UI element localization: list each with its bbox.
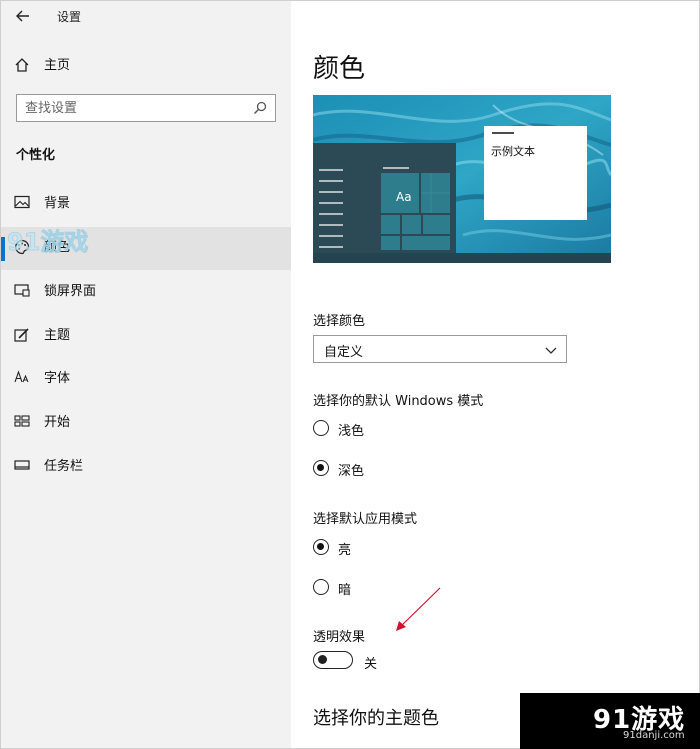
lock-screen-icon bbox=[13, 283, 31, 301]
app-mode-light-radio[interactable]: 亮 bbox=[313, 537, 433, 559]
font-icon bbox=[13, 370, 31, 388]
sidebar-item-label: 字体 bbox=[44, 371, 71, 386]
window-title: 设置 bbox=[57, 10, 82, 24]
radio-circle[interactable] bbox=[313, 420, 329, 436]
arrow-left-icon bbox=[16, 10, 29, 22]
taskbar-icon bbox=[13, 458, 31, 476]
radio-circle[interactable] bbox=[313, 460, 329, 476]
watermark-site: 91danji.com bbox=[623, 730, 685, 741]
home-icon bbox=[13, 57, 31, 75]
windows-mode-dark-radio[interactable]: 深色 bbox=[313, 458, 433, 480]
accent-color-heading: 选择你的主题色 bbox=[313, 708, 439, 729]
sidebar-item-fonts[interactable]: 字体 bbox=[1, 358, 291, 401]
radio-label: 暗 bbox=[338, 583, 352, 598]
search-input[interactable] bbox=[25, 99, 245, 117]
watermark-banner: 91游戏 91danji.com bbox=[520, 693, 700, 749]
section-title: 个性化 bbox=[16, 148, 56, 163]
svg-text:91游戏: 91游戏 bbox=[7, 228, 88, 256]
sidebar-item-home[interactable]: 主页 bbox=[1, 45, 291, 88]
preview-tile-text: Aa bbox=[396, 190, 412, 204]
sidebar-item-label: 背景 bbox=[44, 196, 71, 211]
radio-label: 亮 bbox=[338, 543, 352, 558]
choose-color-label: 选择颜色 bbox=[313, 314, 366, 329]
preview-sample-text: 示例文本 bbox=[491, 144, 535, 158]
annotation-arrow bbox=[396, 587, 441, 631]
theme-brush-icon bbox=[13, 327, 31, 345]
sidebar-item-label: 任务栏 bbox=[44, 459, 84, 474]
chevron-down-icon bbox=[544, 342, 558, 356]
radio-circle[interactable] bbox=[313, 579, 329, 595]
color-preview: Aa 示例文本 bbox=[313, 95, 611, 263]
back-button[interactable] bbox=[11, 5, 35, 27]
toggle-state-label: 关 bbox=[364, 657, 378, 672]
app-mode-label: 选择默认应用模式 bbox=[313, 512, 418, 527]
page-title: 颜色 bbox=[313, 54, 366, 84]
watermark-logo: 91游戏 bbox=[5, 223, 105, 263]
start-tiles-icon bbox=[13, 414, 31, 432]
sidebar-item-taskbar[interactable]: 任务栏 bbox=[1, 446, 291, 489]
windows-mode-label: 选择你的默认 Windows 模式 bbox=[313, 394, 484, 409]
search-box[interactable] bbox=[16, 94, 276, 122]
sidebar-item-label: 锁屏界面 bbox=[44, 284, 97, 299]
search-icon bbox=[253, 100, 269, 116]
sidebar-item-background[interactable]: 背景 bbox=[1, 183, 291, 226]
sidebar: 设置 主页 个性化 背景 颜色 锁屏界面 主题 bbox=[1, 1, 291, 748]
windows-mode-light-radio[interactable]: 浅色 bbox=[313, 418, 433, 440]
sidebar-item-label: 主题 bbox=[44, 328, 71, 343]
color-dropdown[interactable]: 自定义 bbox=[313, 335, 567, 363]
sidebar-item-label: 开始 bbox=[44, 415, 71, 430]
sidebar-item-label: 主页 bbox=[44, 58, 71, 73]
sidebar-item-lock-screen[interactable]: 锁屏界面 bbox=[1, 271, 291, 314]
dropdown-value: 自定义 bbox=[324, 345, 364, 360]
transparency-label: 透明效果 bbox=[313, 630, 366, 645]
radio-label: 深色 bbox=[338, 464, 365, 479]
picture-icon bbox=[13, 195, 31, 213]
toggle-knob bbox=[318, 655, 327, 664]
radio-circle[interactable] bbox=[313, 539, 329, 555]
sidebar-item-start[interactable]: 开始 bbox=[1, 402, 291, 445]
sidebar-item-themes[interactable]: 主题 bbox=[1, 315, 291, 358]
radio-label: 浅色 bbox=[338, 424, 365, 439]
transparency-toggle[interactable] bbox=[313, 651, 353, 669]
